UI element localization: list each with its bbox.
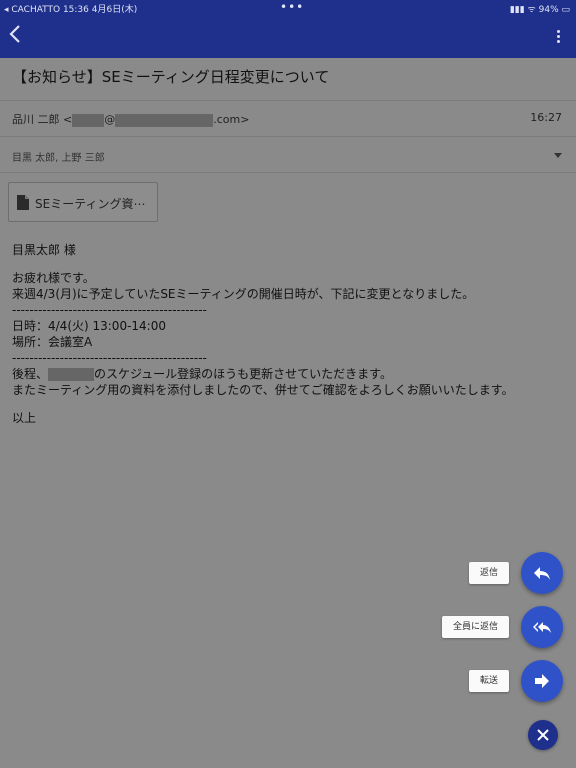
sender-at: @ bbox=[104, 113, 116, 126]
redacted-block bbox=[115, 113, 214, 127]
body-line: またミーティング用の資料を添付しましたので、併せてご確認をよろしくお願いいたしま… bbox=[12, 383, 514, 397]
reply-button[interactable] bbox=[521, 552, 563, 594]
forward-label[interactable]: 転送 bbox=[469, 670, 509, 692]
body-text: 後程、 bbox=[12, 367, 49, 381]
reply-all-button[interactable] bbox=[521, 606, 563, 648]
sender: 品川 二郎 < @ .com> bbox=[12, 111, 249, 127]
more-menu-button[interactable] bbox=[550, 28, 566, 46]
email-subject: 【お知らせ】SEミーティング日程変更について bbox=[12, 68, 330, 86]
greeting: 目黒太郎 様 bbox=[12, 243, 76, 257]
reply-icon bbox=[534, 567, 550, 580]
more-vert-icon bbox=[556, 30, 560, 33]
body-line: お疲れ様です。 bbox=[12, 271, 95, 285]
divider bbox=[0, 172, 576, 173]
multitask-dots[interactable]: ••• bbox=[280, 0, 304, 14]
body-place: 場所：会議室A bbox=[12, 335, 93, 349]
redacted-block bbox=[72, 113, 105, 127]
closing: 以上 bbox=[12, 411, 37, 425]
recipients-row[interactable]: 目黒 太郎, 上野 三郎 bbox=[0, 136, 576, 173]
separator-line: ----------------------------------------… bbox=[12, 351, 207, 365]
attachment-chip[interactable]: SEミーティング資⋯ bbox=[8, 182, 158, 222]
body-line: 来週4/3(月)に予定していたSEミーティングの開催日時が、下記に変更となりまし… bbox=[12, 287, 475, 301]
forward-icon bbox=[535, 674, 549, 688]
body-line: 後程、 のスケジュール登録のほうも更新させていただきます。 bbox=[12, 366, 564, 382]
back-chevron-icon bbox=[9, 25, 20, 43]
nav-bar bbox=[0, 16, 576, 58]
received-time: 16:27 bbox=[530, 111, 562, 124]
reply-all-label[interactable]: 全員に返信 bbox=[442, 616, 509, 638]
file-icon bbox=[17, 195, 29, 210]
expand-caret-icon[interactable] bbox=[554, 153, 562, 158]
body-text: のスケジュール登録のほうも更新させていただきます。 bbox=[94, 367, 392, 381]
status-bar: ◂ CACHATTO 15:36 4月6日(木) ••• ▮▮▮ ᯤ 94% ▭ bbox=[0, 0, 576, 16]
email-body: 目黒太郎 様 お疲れ様です。 来週4/3(月)に予定していたSEミーティングの開… bbox=[12, 242, 564, 426]
close-icon bbox=[537, 729, 549, 741]
attachment-name: SEミーティング資⋯ bbox=[35, 197, 146, 211]
status-right: ▮▮▮ ᯤ 94% ▭ bbox=[509, 5, 570, 15]
close-menu-button[interactable] bbox=[528, 720, 558, 750]
separator-line: ----------------------------------------… bbox=[12, 303, 207, 317]
sender-name: 品川 二郎 < bbox=[12, 113, 73, 126]
sender-domain: .com> bbox=[213, 113, 250, 126]
redacted-block bbox=[48, 368, 95, 381]
sender-row[interactable]: 品川 二郎 < @ .com> 16:27 bbox=[0, 100, 576, 137]
recipients: 目黒 太郎, 上野 三郎 bbox=[12, 153, 105, 164]
forward-button[interactable] bbox=[521, 660, 563, 702]
reply-label[interactable]: 返信 bbox=[469, 562, 509, 584]
reply-all-icon bbox=[533, 622, 551, 633]
back-button[interactable] bbox=[8, 24, 30, 48]
status-left: ◂ CACHATTO 15:36 4月6日(木) bbox=[4, 5, 138, 15]
body-datetime: 日時：4/4(火) 13:00-14:00 bbox=[12, 319, 166, 333]
